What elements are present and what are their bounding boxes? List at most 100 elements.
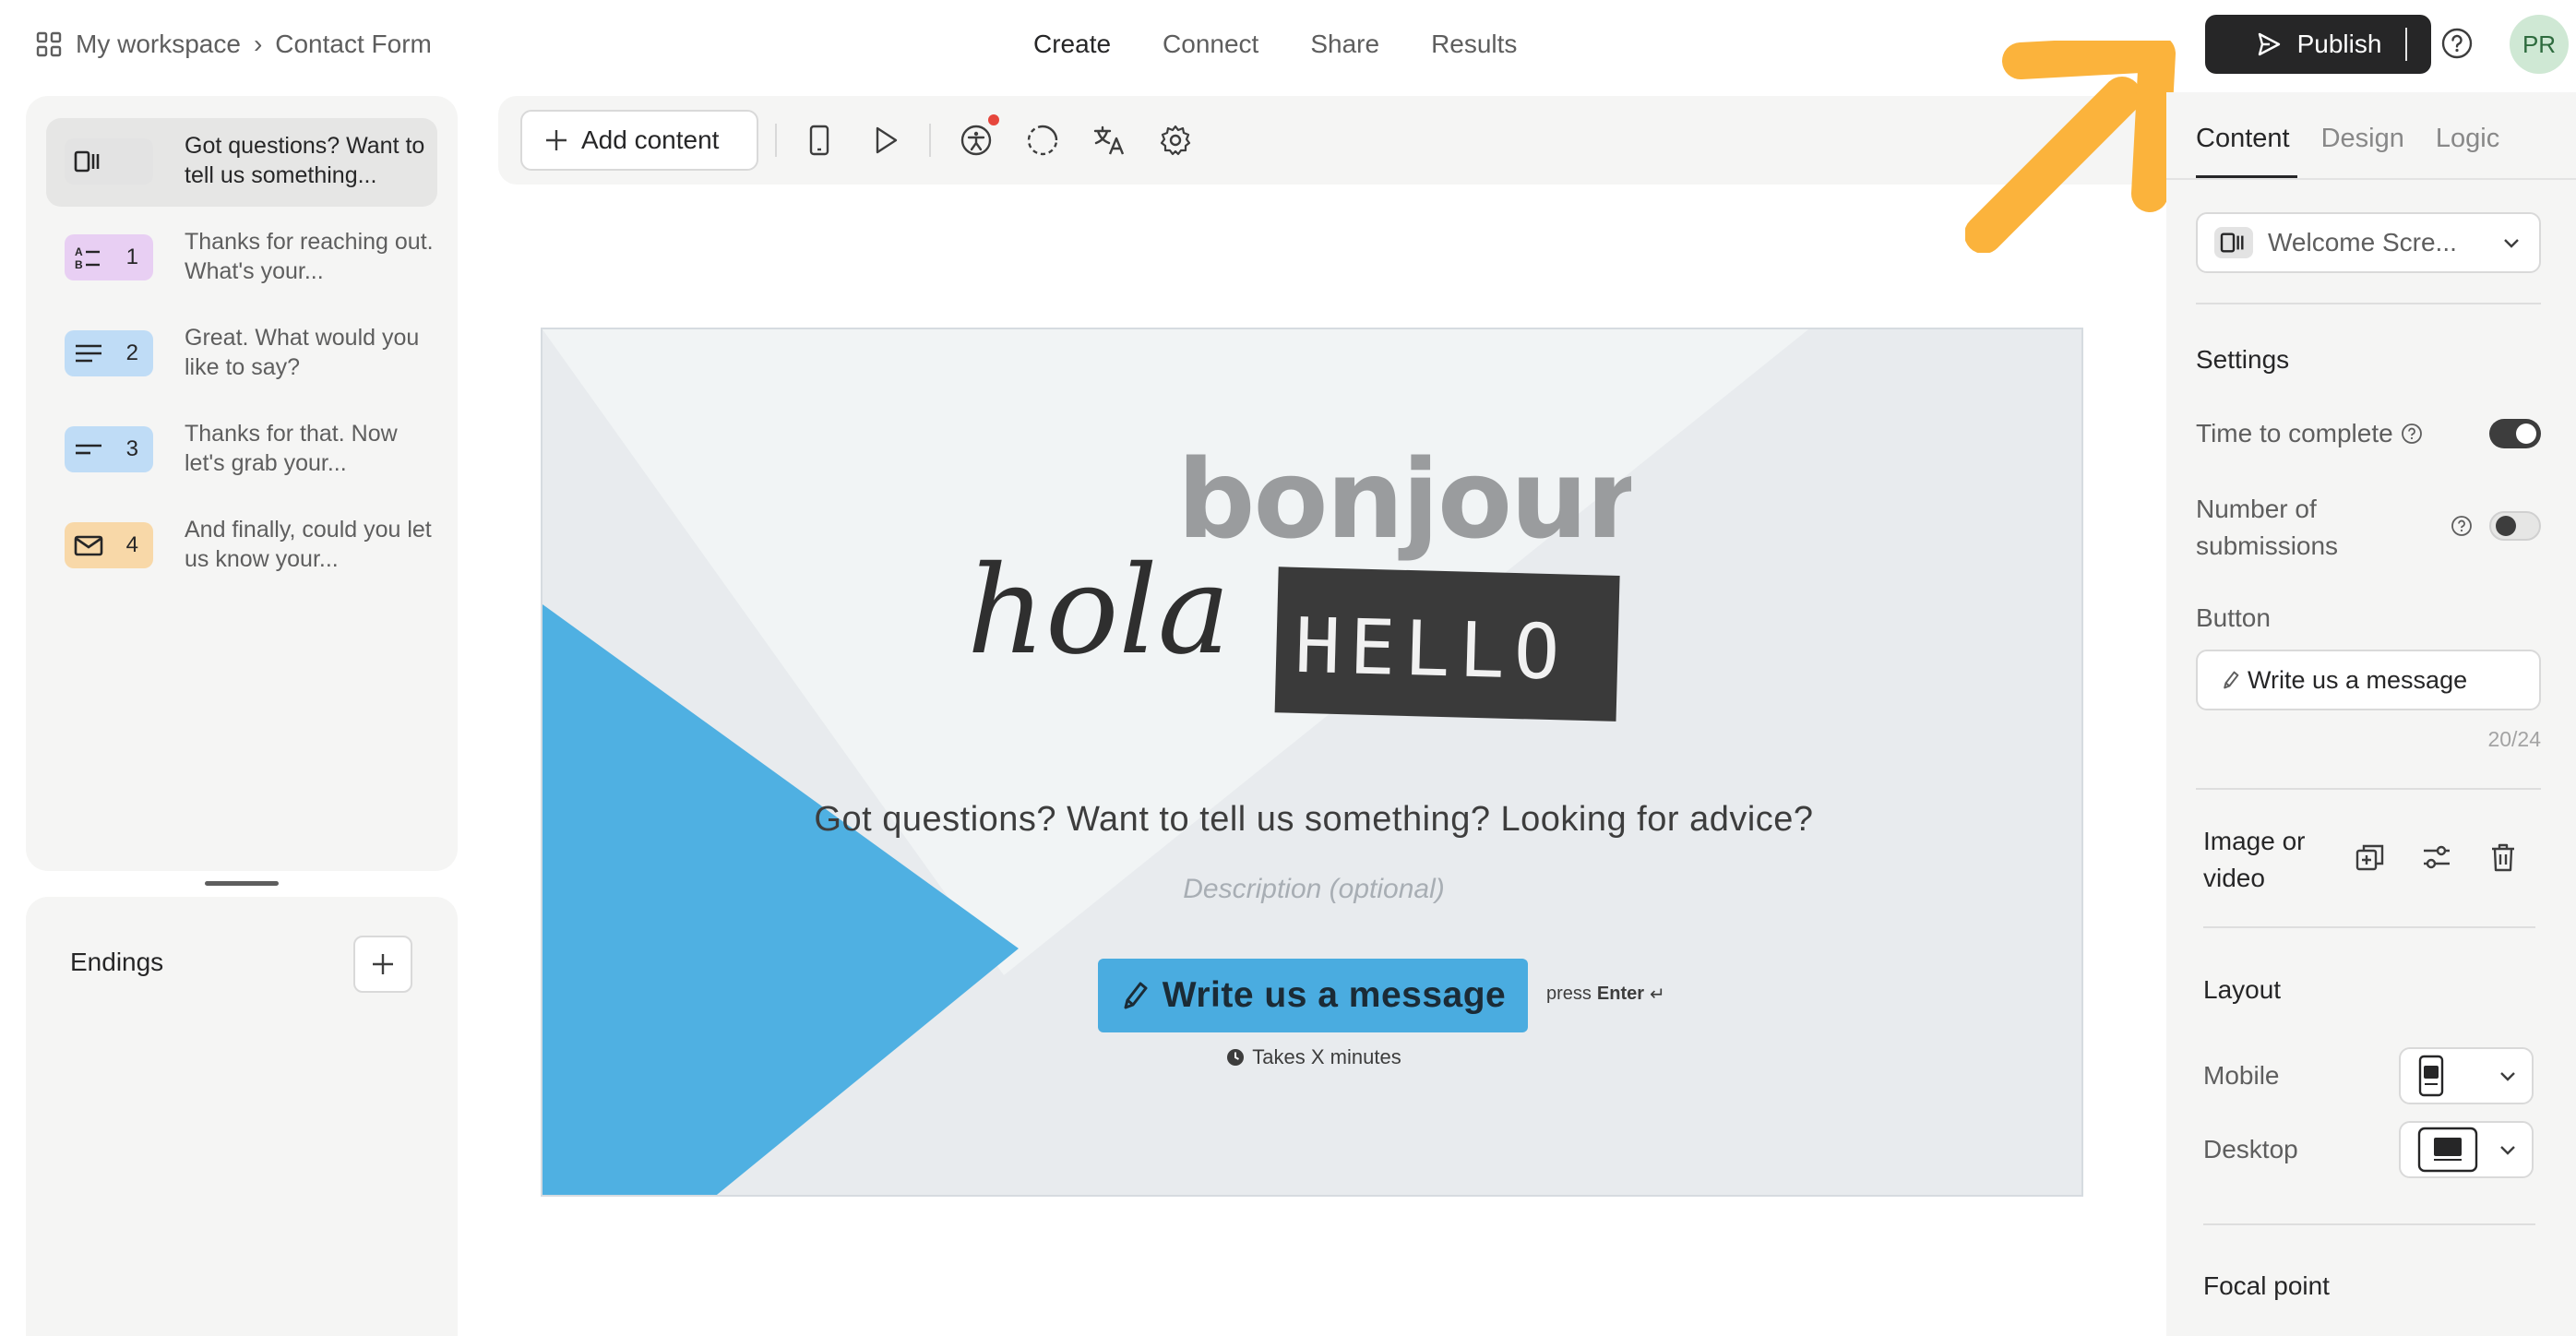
character-count: 20/24	[2487, 727, 2541, 751]
submissions-label-line2: submissions	[2196, 531, 2339, 560]
main-nav: Create Connect Share Results	[1033, 22, 1517, 66]
tab-share[interactable]: Share	[1310, 30, 1379, 59]
focal-point-heading: Focal point	[2203, 1271, 2330, 1300]
greetings-image: bonjour hola HELLO	[967, 435, 1631, 722]
question-text: Thanks for that. Now let's grab your...	[185, 421, 398, 476]
breadcrumb-form[interactable]: Contact Form	[275, 30, 432, 59]
add-ending-button[interactable]	[353, 936, 412, 993]
add-media-icon[interactable]	[2355, 841, 2386, 873]
plus-icon	[370, 951, 396, 977]
welcome-title[interactable]: Got questions? Want to tell us something…	[543, 800, 2081, 840]
tab-logic[interactable]: Logic	[2436, 124, 2499, 154]
toolbar-divider	[929, 124, 931, 157]
submissions-toggle[interactable]	[2489, 511, 2541, 541]
button-heading: Button	[2196, 603, 2271, 632]
question-item-4[interactable]: 4 And finally, could you let us know you…	[46, 502, 437, 590]
endings-heading: Endings	[70, 948, 164, 976]
time-to-complete-label: Time to complete	[2196, 419, 2393, 447]
clock-icon	[1226, 1048, 1245, 1067]
hola-word: hola	[967, 540, 1230, 682]
question-text: Great. What would you like to say?	[185, 325, 420, 380]
svg-text:A: A	[75, 245, 83, 258]
desktop-layout-icon	[2417, 1127, 2478, 1173]
description-placeholder[interactable]: Description (optional)	[543, 874, 2081, 905]
publish-button[interactable]: Publish	[2205, 15, 2431, 74]
image-label-line1: Image or	[2203, 827, 2306, 855]
publish-label: Publish	[2296, 30, 2382, 58]
time-to-complete-toggle[interactable]	[2489, 419, 2541, 448]
question-item-welcome[interactable]: Got questions? Want to tell us something…	[46, 118, 437, 207]
mobile-layout-select[interactable]	[2399, 1047, 2534, 1104]
desktop-layout-label: Desktop	[2203, 1135, 2298, 1163]
button-text-input[interactable]: Write us a message	[2196, 650, 2541, 710]
chevron-down-icon	[2500, 232, 2522, 254]
press-enter-hint: press Enter ↵	[1546, 983, 1665, 1006]
mobile-layout-label: Mobile	[2203, 1061, 2280, 1090]
mobile-preview-icon[interactable]	[801, 122, 838, 159]
trash-icon[interactable]	[2487, 841, 2519, 873]
section-divider	[2203, 1223, 2535, 1225]
add-content-label: Add content	[581, 125, 720, 154]
question-item-3[interactable]: 3 Thanks for that. Now let's grab your..…	[46, 406, 437, 495]
bonjour-word: bonjour	[1177, 435, 1631, 563]
press-text: press	[1546, 984, 1592, 1004]
tab-design[interactable]: Design	[2321, 124, 2404, 154]
button-text-value: Write us a message	[2248, 665, 2468, 694]
email-badge: 4	[65, 522, 153, 568]
workspace-grid-icon[interactable]	[35, 30, 63, 58]
long-text-icon	[74, 340, 103, 366]
block-type-label: Welcome Scre...	[2268, 228, 2457, 256]
add-content-button[interactable]: Add content	[520, 110, 758, 171]
question-item-2[interactable]: 2 Great. What would you like to say?	[46, 310, 437, 399]
settings-gear-icon[interactable]	[1157, 122, 1194, 159]
translate-icon[interactable]	[1091, 122, 1127, 159]
question-text: Thanks for reaching out. What's your...	[185, 229, 434, 284]
help-icon[interactable]	[2440, 27, 2474, 60]
welcome-screen-preview: bonjour hola HELLO Got questions? Want t…	[541, 328, 2083, 1197]
time-to-complete-row: Time to complete	[2196, 419, 2423, 448]
welcome-cta-button[interactable]: Write us a message	[1098, 959, 1528, 1032]
loading-progress-icon[interactable]	[1024, 122, 1061, 159]
publish-arrow-annotation	[1965, 41, 2176, 253]
multiple-choice-icon: AB	[74, 245, 103, 270]
play-preview-icon[interactable]	[867, 122, 904, 159]
chevron-down-icon	[2497, 1139, 2519, 1161]
properties-tabs: Content Design Logic	[2196, 124, 2499, 154]
tab-create[interactable]: Create	[1033, 30, 1111, 59]
welcome-screen-badge	[65, 138, 153, 185]
svg-text:B: B	[75, 258, 83, 270]
avatar[interactable]: PR	[2510, 15, 2569, 74]
accessibility-icon[interactable]	[958, 122, 995, 159]
submissions-label: Number of submissions	[2196, 491, 2338, 565]
multiple-choice-badge: AB 1	[65, 234, 153, 280]
chevron-down-icon	[2497, 1065, 2519, 1087]
tab-content[interactable]: Content	[2196, 124, 2290, 154]
breadcrumb-separator: ›	[253, 30, 263, 58]
adjust-sliders-icon[interactable]	[2421, 841, 2452, 873]
question-item-1[interactable]: AB 1 Thanks for reaching out. What's you…	[46, 214, 437, 303]
info-icon[interactable]	[2451, 515, 2473, 537]
tabs-divider	[2166, 178, 2576, 180]
section-divider	[2203, 926, 2535, 928]
long-text-badge: 2	[65, 330, 153, 376]
breadcrumb-workspace[interactable]: My workspace	[76, 30, 241, 59]
send-icon	[2255, 30, 2283, 58]
question-text: Got questions? Want to tell us something…	[185, 133, 425, 188]
tab-results[interactable]: Results	[1431, 30, 1517, 59]
header-divider	[2405, 28, 2407, 61]
question-number: 1	[125, 245, 138, 269]
section-divider	[2196, 303, 2541, 304]
block-type-select[interactable]: Welcome Scre...	[2196, 212, 2541, 273]
time-to-complete-hint: Takes X minutes	[543, 1045, 2081, 1069]
short-text-badge: 3	[65, 426, 153, 472]
info-icon[interactable]	[2401, 423, 2423, 445]
layout-heading: Layout	[2203, 975, 2282, 1004]
desktop-layout-select[interactable]	[2399, 1121, 2534, 1178]
section-divider	[2196, 788, 2541, 790]
panel-resize-handle[interactable]	[205, 881, 279, 886]
welcome-screen-icon	[74, 149, 103, 174]
question-text: And finally, could you let us know your.…	[185, 517, 432, 572]
mobile-layout-icon	[2417, 1055, 2445, 1097]
plus-icon	[544, 128, 568, 152]
tab-connect[interactable]: Connect	[1163, 30, 1258, 59]
